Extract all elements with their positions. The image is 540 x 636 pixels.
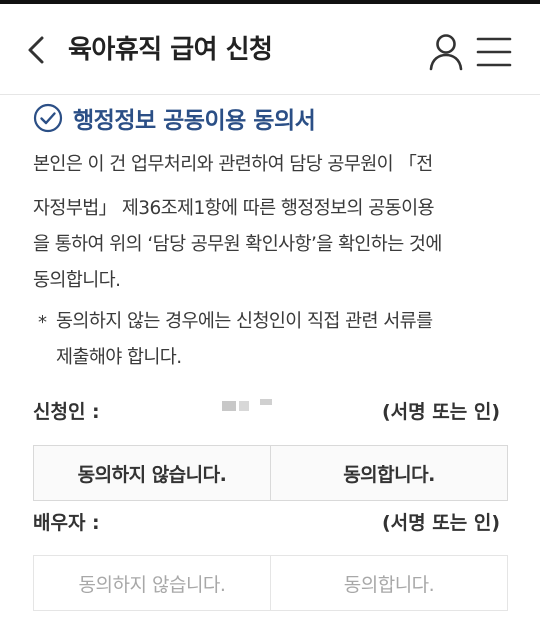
applicant-disagree-button[interactable]: 동의하지 않습니다. xyxy=(34,446,270,500)
spouse-signature-note: (서명 또는 인) xyxy=(382,512,500,534)
note-marker: * xyxy=(38,312,47,333)
consent-title: 행정정보 공동이용 동의서 xyxy=(73,108,316,134)
consent-section-header: 행정정보 공동이용 동의서 xyxy=(33,100,513,136)
hamburger-menu-icon xyxy=(476,37,512,67)
applicant-label: 신청인 : xyxy=(33,401,100,423)
spouse-agree-button[interactable]: 동의합니다. xyxy=(270,556,507,610)
consent-text-line: 자정부법」 제36조제1항에 따른 행정정보의 공동이용 xyxy=(33,198,435,219)
consent-text-line: 본인은 이 건 업무처리와 관련하여 담당 공무원이 「전 xyxy=(33,154,433,175)
check-circle-icon xyxy=(33,103,63,133)
applicant-consent-buttons: 동의하지 않습니다. 동의합니다. xyxy=(33,445,508,501)
note-text-line: 동의하지 않는 경우에는 신청인이 직접 관련 서류를 xyxy=(56,311,433,332)
spouse-consent-buttons: 동의하지 않습니다. 동의합니다. xyxy=(33,555,508,611)
spouse-disagree-button[interactable]: 동의하지 않습니다. xyxy=(34,556,270,610)
consent-text-line: 동의합니다. xyxy=(33,270,121,291)
user-icon xyxy=(429,34,463,71)
consent-text-line: 을 통하여 위의 ‘담당 공무원 확인사항’을 확인하는 것에 xyxy=(33,234,442,255)
applicant-name-masked xyxy=(222,397,272,415)
user-button[interactable] xyxy=(428,32,464,72)
applicant-agree-button[interactable]: 동의합니다. xyxy=(270,446,507,500)
back-button[interactable] xyxy=(18,30,58,70)
app-header: 육아휴직 급여 신청 xyxy=(0,4,540,95)
applicant-signature-note: (서명 또는 인) xyxy=(382,401,500,423)
chevron-left-icon xyxy=(28,36,44,64)
spouse-label: 배우자 : xyxy=(33,512,100,534)
page-title: 육아휴직 급여 신청 xyxy=(68,35,273,65)
menu-button[interactable] xyxy=(475,34,513,70)
note-text-line: 제출해야 합니다. xyxy=(56,347,182,368)
